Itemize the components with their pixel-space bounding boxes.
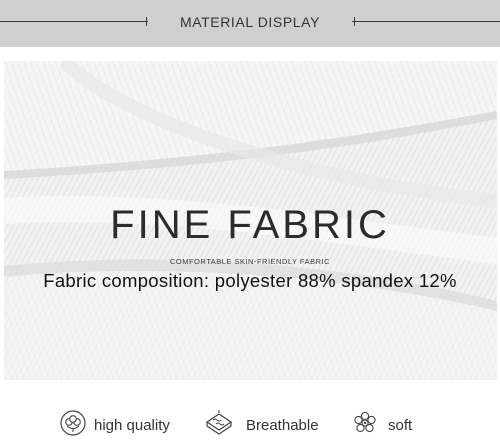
feature-label: high quality [94, 417, 170, 434]
banner-divider-right [352, 21, 500, 22]
soft-flower-icon [352, 410, 378, 436]
feature-label: soft [388, 417, 413, 434]
banner-title: MATERIAL DISPLAY [179, 14, 321, 30]
subheadline: COMFORTABLE SKIN-FRIENDLY FABRIC [169, 257, 331, 266]
fabric-composition: Fabric composition: polyester 88% spande… [43, 270, 457, 291]
cotton-boll-icon [60, 410, 86, 436]
headline: FINE FABRIC [110, 203, 390, 247]
banner-divider-left [0, 21, 148, 22]
breathable-fabric-icon [204, 410, 233, 436]
feature-label: Breathable [246, 417, 319, 434]
banner-divider-tick-left [146, 17, 147, 26]
section-banner: MATERIAL DISPLAY [0, 0, 500, 47]
feature-list: high quality Breathable soft [0, 402, 500, 442]
